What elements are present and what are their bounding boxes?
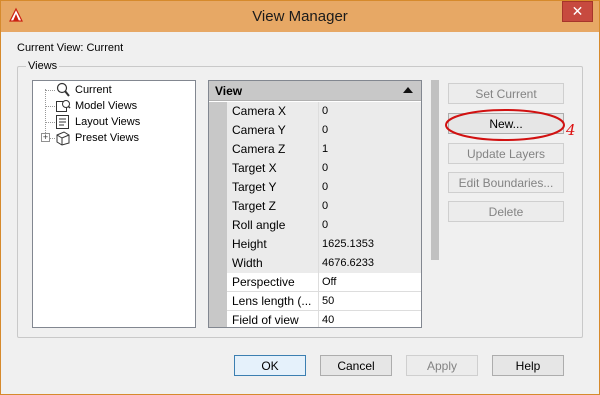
window-title: View Manager: [252, 8, 348, 25]
property-value[interactable]: 0: [319, 197, 421, 216]
property-row-width[interactable]: Width 4676.6233: [227, 254, 421, 273]
property-row-lens-length[interactable]: Lens length (... 50: [227, 292, 421, 311]
property-row-roll-angle[interactable]: Roll angle 0: [227, 216, 421, 235]
property-row-target-z[interactable]: Target Z 0: [227, 197, 421, 216]
tree-item-preset-views[interactable]: Preset Views: [55, 130, 139, 146]
scrollbar-thumb[interactable]: [431, 80, 439, 260]
tree-item-label: Current: [75, 84, 112, 96]
collapse-arrow-icon[interactable]: [403, 87, 413, 93]
views-tree[interactable]: + Current Model Views Layout Views Prese…: [32, 80, 196, 328]
current-view-label: Current View: Current: [17, 42, 124, 54]
edit-boundaries-button[interactable]: Edit Boundaries...: [448, 172, 564, 193]
view-manager-dialog: View Manager ✕ Current View: Current Vie…: [0, 0, 600, 395]
property-value[interactable]: 0: [319, 102, 421, 121]
category-label: View: [215, 84, 243, 98]
property-value[interactable]: 50: [319, 292, 421, 311]
properties-gutter: [209, 102, 227, 327]
property-row-camera-x[interactable]: Camera X 0: [227, 102, 421, 121]
tree-item-label: Preset Views: [75, 132, 139, 144]
annotation-ellipse: [445, 109, 565, 141]
tree-line: [45, 122, 55, 123]
property-name: Perspective: [227, 273, 319, 292]
property-name: Camera Y: [227, 121, 319, 140]
preset-views-icon: [56, 131, 70, 146]
property-value[interactable]: 0: [319, 121, 421, 140]
property-value[interactable]: Off: [319, 273, 421, 292]
tree-item-current[interactable]: Current: [55, 82, 112, 98]
property-name: Height: [227, 235, 319, 254]
tree-line: [45, 106, 55, 107]
property-row-perspective[interactable]: Perspective Off: [227, 273, 421, 292]
property-name: Camera X: [227, 102, 319, 121]
update-layers-button[interactable]: Update Layers: [448, 143, 564, 164]
property-row-camera-y[interactable]: Camera Y 0: [227, 121, 421, 140]
property-value[interactable]: 4676.6233: [319, 254, 421, 273]
properties-scrollbar[interactable]: [431, 80, 439, 328]
title-bar[interactable]: View Manager ✕: [1, 1, 599, 32]
property-name: Roll angle: [227, 216, 319, 235]
property-name: Width: [227, 254, 319, 273]
tree-line: [45, 90, 55, 91]
property-value[interactable]: 0: [319, 216, 421, 235]
property-value[interactable]: 0: [319, 159, 421, 178]
views-group-label: Views: [26, 60, 60, 72]
property-name: Lens length (...: [227, 292, 319, 311]
ok-button[interactable]: OK: [234, 355, 306, 376]
tree-item-label: Model Views: [75, 100, 138, 112]
property-row-field-of-view[interactable]: Field of view 40: [227, 311, 421, 327]
properties-category-header[interactable]: View: [209, 81, 421, 101]
layout-views-icon: [56, 115, 69, 129]
property-row-target-y[interactable]: Target Y 0: [227, 178, 421, 197]
property-value[interactable]: 40: [319, 311, 421, 327]
magnifier-icon: [56, 82, 70, 97]
tree-item-layout-views[interactable]: Layout Views: [55, 114, 140, 130]
property-name: Target Z: [227, 197, 319, 216]
property-name: Target Y: [227, 178, 319, 197]
property-row-camera-z[interactable]: Camera Z 1: [227, 140, 421, 159]
expand-toggle[interactable]: +: [41, 133, 50, 142]
property-name: Camera Z: [227, 140, 319, 159]
set-current-button[interactable]: Set Current: [448, 83, 564, 104]
view-properties-grid: View Camera X 0 Camera Y 0 Camera Z 1 Ta…: [208, 80, 422, 328]
close-button[interactable]: ✕: [562, 1, 593, 22]
model-views-icon: [56, 100, 71, 112]
help-button[interactable]: Help: [492, 355, 564, 376]
property-row-target-x[interactable]: Target X 0: [227, 159, 421, 178]
property-value[interactable]: 1: [319, 140, 421, 159]
delete-button[interactable]: Delete: [448, 201, 564, 222]
property-name: Target X: [227, 159, 319, 178]
property-name: Field of view: [227, 311, 319, 327]
cancel-button[interactable]: Cancel: [320, 355, 392, 376]
property-value[interactable]: 0: [319, 178, 421, 197]
close-icon: ✕: [571, 3, 584, 19]
property-value[interactable]: 1625.1353: [319, 235, 421, 254]
apply-button[interactable]: Apply: [406, 355, 478, 376]
tree-item-label: Layout Views: [75, 116, 141, 128]
tree-item-model-views[interactable]: Model Views: [55, 98, 137, 114]
property-row-height[interactable]: Height 1625.1353: [227, 235, 421, 254]
annotation-step-number: 4: [566, 121, 576, 139]
